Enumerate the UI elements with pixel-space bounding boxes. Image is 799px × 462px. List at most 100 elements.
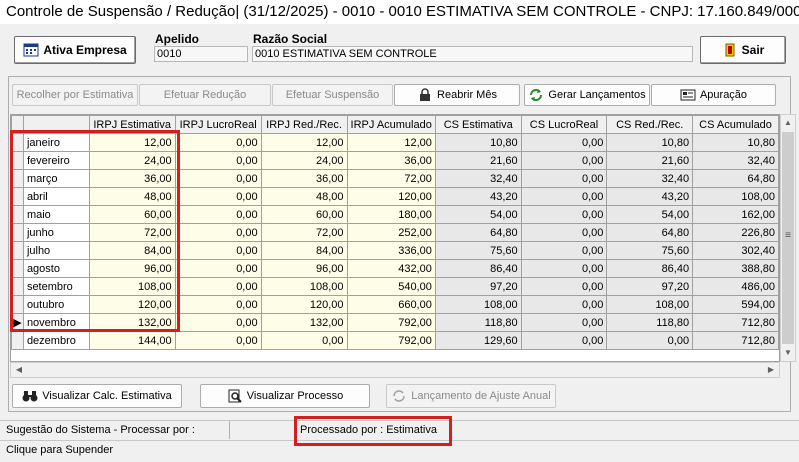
value-cell[interactable]: 108,00 [88, 277, 176, 296]
row-indicator[interactable] [11, 205, 24, 224]
col-header[interactable]: CS Red./Rec. [606, 115, 694, 134]
month-cell[interactable]: junho [22, 223, 90, 242]
value-cell[interactable]: 75,60 [606, 241, 694, 260]
vertical-scrollbar[interactable]: ▲ ≡ ▼ [780, 114, 796, 362]
value-cell[interactable]: 10,80 [692, 133, 779, 152]
value-cell[interactable]: 0,00 [520, 223, 608, 242]
row-indicator[interactable] [11, 133, 24, 152]
table-row[interactable]: junho 72,00 0,00 72,00 252,00 64,80 0,00 64,80 2… [11, 223, 779, 242]
row-indicator[interactable] [11, 151, 24, 170]
col-header[interactable]: IRPJ Estimativa [88, 115, 176, 134]
visualizar-calc-button[interactable]: Visualizar Calc. Estimativa [12, 384, 182, 408]
value-cell[interactable]: 120,00 [88, 295, 176, 314]
scroll-up-arrow[interactable]: ▲ [781, 115, 795, 131]
value-cell[interactable]: 75,60 [434, 241, 522, 260]
sair-button[interactable]: Sair [700, 36, 786, 64]
value-cell[interactable]: 0,00 [174, 277, 262, 296]
value-cell[interactable]: 252,00 [346, 223, 436, 242]
table-row[interactable]: agosto 96,00 0,00 96,00 432,00 86,40 0,00 86,40… [11, 259, 779, 278]
month-cell[interactable]: abril [22, 187, 90, 206]
value-cell[interactable]: 36,00 [260, 169, 348, 188]
value-cell[interactable]: 0,00 [520, 313, 608, 332]
value-cell[interactable]: 108,00 [260, 277, 348, 296]
table-row[interactable]: janeiro 12,00 0,00 12,00 12,00 10,80 0,00 10,80… [11, 133, 779, 152]
value-cell[interactable]: 24,00 [88, 151, 176, 170]
value-cell[interactable]: 32,40 [434, 169, 522, 188]
scroll-down-arrow[interactable]: ▼ [781, 345, 795, 361]
value-cell[interactable]: 64,80 [692, 169, 779, 188]
col-header[interactable]: CS LucroReal [520, 115, 608, 134]
table-row[interactable]: abril 48,00 0,00 48,00 120,00 43,20 0,00 43,20 1… [11, 187, 779, 206]
col-header[interactable]: IRPJ Red./Rec. [260, 115, 348, 134]
value-cell[interactable]: 60,00 [260, 205, 348, 224]
value-cell[interactable]: 48,00 [260, 187, 348, 206]
value-cell[interactable]: 792,00 [346, 313, 436, 332]
row-indicator[interactable] [11, 277, 24, 296]
value-cell[interactable]: 132,00 [260, 313, 348, 332]
value-cell[interactable]: 24,00 [260, 151, 348, 170]
value-cell[interactable]: 0,00 [174, 223, 262, 242]
value-cell[interactable]: 72,00 [346, 169, 436, 188]
value-cell[interactable]: 43,20 [606, 187, 694, 206]
value-cell[interactable]: 108,00 [606, 295, 694, 314]
row-indicator[interactable]: ▶ [11, 313, 24, 332]
value-cell[interactable]: 36,00 [88, 169, 176, 188]
value-cell[interactable]: 120,00 [346, 187, 436, 206]
col-header[interactable]: IRPJ LucroReal [174, 115, 262, 134]
scroll-left-arrow[interactable]: ◀ [11, 363, 27, 377]
value-cell[interactable]: 84,00 [88, 241, 176, 260]
apuracao-button[interactable]: Apuração [651, 84, 776, 106]
table-row[interactable]: julho 84,00 0,00 84,00 336,00 75,60 0,00 75,60 3… [11, 241, 779, 260]
efetuar-suspensao-button[interactable]: Efetuar Suspensão [272, 84, 393, 106]
razao-social-field[interactable]: 0010 ESTIMATIVA SEM CONTROLE [252, 46, 693, 62]
month-cell[interactable]: agosto [22, 259, 90, 278]
scroll-right-arrow[interactable]: ▶ [763, 363, 779, 377]
month-cell[interactable]: fevereiro [22, 151, 90, 170]
value-cell[interactable]: 180,00 [346, 205, 436, 224]
value-cell[interactable]: 0,00 [520, 133, 608, 152]
value-cell[interactable]: 72,00 [88, 223, 176, 242]
value-cell[interactable]: 226,80 [692, 223, 779, 242]
month-cell[interactable]: janeiro [22, 133, 90, 152]
value-cell[interactable]: 64,80 [434, 223, 522, 242]
table-row[interactable]: outubro 120,00 0,00 120,00 660,00 108,00 0,00 1… [11, 295, 779, 314]
value-cell[interactable]: 712,80 [692, 313, 779, 332]
value-cell[interactable]: 302,40 [692, 241, 779, 260]
value-cell[interactable]: 118,80 [434, 313, 522, 332]
value-cell[interactable]: 144,00 [88, 331, 176, 350]
value-cell[interactable]: 0,00 [174, 295, 262, 314]
value-cell[interactable]: 0,00 [174, 205, 262, 224]
value-cell[interactable]: 594,00 [692, 295, 779, 314]
data-grid[interactable]: IRPJ Estimativa IRPJ LucroReal IRPJ Red.… [10, 114, 780, 362]
value-cell[interactable]: 0,00 [520, 187, 608, 206]
table-row[interactable]: fevereiro 24,00 0,00 24,00 36,00 21,60 0,00 21,… [11, 151, 779, 170]
ativa-empresa-button[interactable]: Ativa Empresa [14, 36, 136, 64]
value-cell[interactable]: 0,00 [174, 313, 262, 332]
value-cell[interactable]: 336,00 [346, 241, 436, 260]
value-cell[interactable]: 108,00 [692, 187, 779, 206]
value-cell[interactable]: 21,60 [434, 151, 522, 170]
recolher-estimativa-button[interactable]: Recolher por Estimativa [12, 84, 138, 106]
month-cell[interactable]: setembro [22, 277, 90, 296]
table-row[interactable]: maio 60,00 0,00 60,00 180,00 54,00 0,00 54,00 16… [11, 205, 779, 224]
lancamento-ajuste-button[interactable]: Lançamento de Ajuste Anual [386, 384, 556, 408]
value-cell[interactable]: 10,80 [434, 133, 522, 152]
value-cell[interactable]: 0,00 [520, 259, 608, 278]
value-cell[interactable]: 0,00 [520, 295, 608, 314]
horizontal-scrollbar[interactable]: ◀ ▶ [10, 362, 780, 378]
value-cell[interactable]: 129,60 [434, 331, 522, 350]
table-row[interactable]: setembro 108,00 0,00 108,00 540,00 97,20 0,00 9… [11, 277, 779, 296]
value-cell[interactable]: 96,00 [260, 259, 348, 278]
value-cell[interactable]: 660,00 [346, 295, 436, 314]
value-cell[interactable]: 12,00 [88, 133, 176, 152]
value-cell[interactable]: 0,00 [174, 151, 262, 170]
month-cell[interactable]: março [22, 169, 90, 188]
value-cell[interactable]: 0,00 [260, 331, 348, 350]
value-cell[interactable]: 54,00 [434, 205, 522, 224]
value-cell[interactable]: 72,00 [260, 223, 348, 242]
value-cell[interactable]: 712,80 [692, 331, 779, 350]
month-cell[interactable]: dezembro [22, 331, 90, 350]
value-cell[interactable]: 48,00 [88, 187, 176, 206]
value-cell[interactable]: 0,00 [520, 169, 608, 188]
value-cell[interactable]: 132,00 [88, 313, 176, 332]
